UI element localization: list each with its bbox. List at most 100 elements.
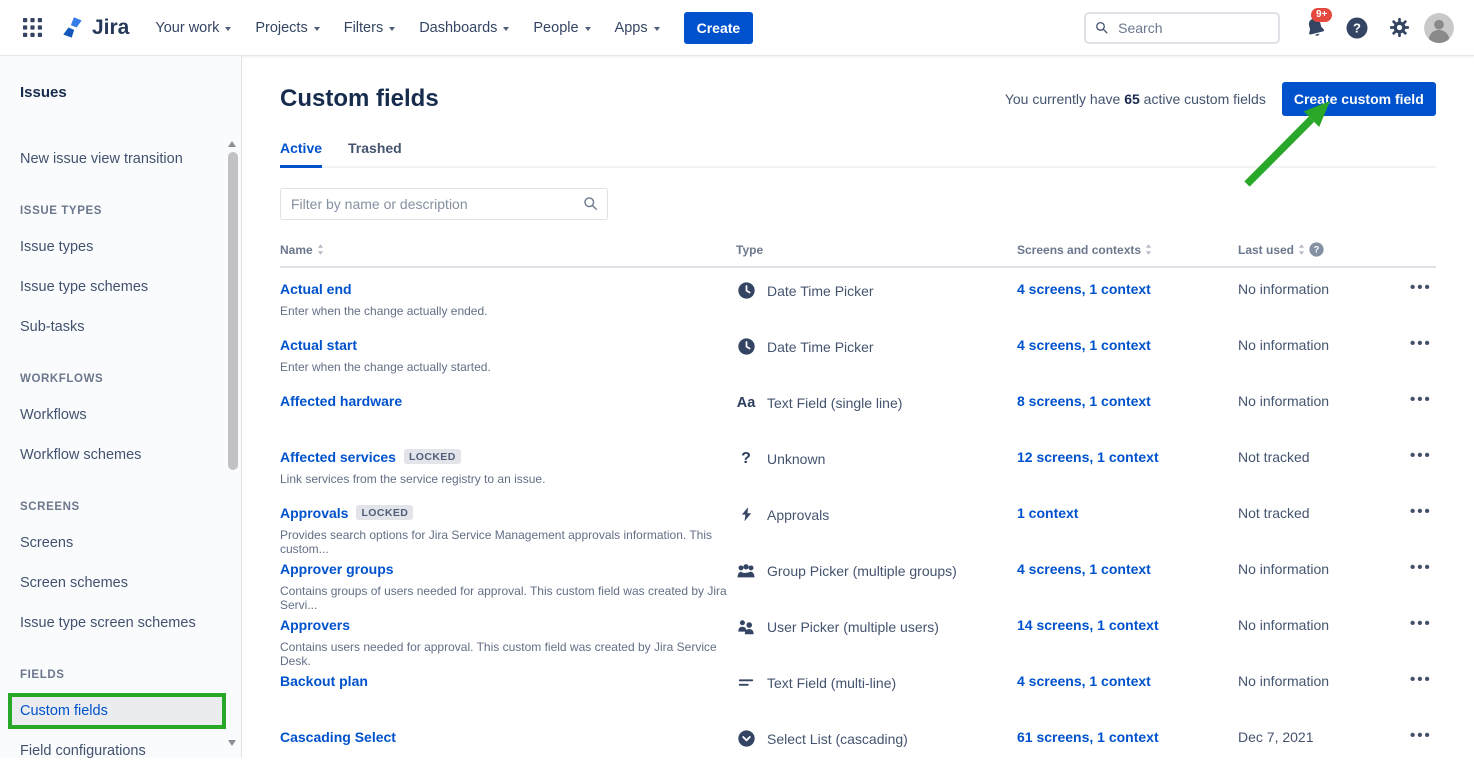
screens-contexts-link[interactable]: 4 screens, 1 context [1017,561,1151,577]
nav-item-people[interactable]: People [533,20,590,36]
sidebar-item-workflows[interactable]: Workflows [0,395,241,435]
global-search[interactable] [1084,12,1280,44]
nav-item-filters[interactable]: Filters [344,20,395,36]
field-name-link[interactable]: Approvers [280,617,350,633]
filter-input[interactable] [280,188,608,220]
type-label: User Picker (multiple users) [767,619,939,635]
help-button[interactable]: ? [1340,11,1374,45]
overflow-menu-button[interactable]: ••• [1410,617,1436,668]
last-used-cell: No information [1238,561,1410,612]
type-cell: Date Time Picker [736,337,1017,356]
column-help-icon[interactable]: ? [1309,242,1324,257]
table-header: NameTypeScreens and contextsLast used? [280,242,1436,268]
approvals-icon [738,506,755,523]
screens-contexts-link[interactable]: 4 screens, 1 context [1017,337,1151,353]
overflow-menu-button[interactable]: ••• [1410,393,1436,436]
overflow-menu-button[interactable]: ••• [1410,281,1436,324]
type-cell: Select List (cascading) [736,729,1017,748]
screens-contexts-link[interactable]: 14 screens, 1 context [1017,617,1159,633]
sidebar-scroll-down-icon[interactable] [228,740,236,746]
column-header-screens-and-contexts[interactable]: Screens and contexts [1017,242,1238,257]
sort-icon[interactable] [1145,244,1152,255]
field-name-link[interactable]: Actual start [280,337,357,353]
app-switcher-icon[interactable] [18,14,46,42]
field-name-link[interactable]: Actual end [280,281,352,297]
svg-text:?: ? [1353,20,1361,35]
field-name-link[interactable]: Approver groups [280,561,394,577]
sort-icon[interactable] [1298,244,1305,255]
type-cell: Approvals [736,505,1017,524]
tab-trashed[interactable]: Trashed [348,140,402,166]
column-label: Name [280,243,313,257]
column-header-last-used[interactable]: Last used? [1238,242,1410,257]
type-cell: User Picker (multiple users) [736,617,1017,636]
sidebar-section-issue-types: ISSUE TYPES [0,179,241,227]
svg-text:?: ? [1314,245,1320,255]
last-used-cell: No information [1238,337,1410,380]
create-custom-field-button[interactable]: Create custom field [1282,82,1436,116]
sidebar-item-custom-fields[interactable]: Custom fields [8,693,226,729]
overflow-menu-button[interactable]: ••• [1410,729,1436,772]
name-cell: Approvers Contains users needed for appr… [280,617,736,668]
main-header: Custom fields You currently have 65 acti… [280,82,1436,116]
screens-contexts-link[interactable]: 8 screens, 1 context [1017,393,1151,409]
sidebar-item-issue-type-schemes[interactable]: Issue type schemes [0,267,241,307]
sidebar-item-screen-schemes[interactable]: Screen schemes [0,563,241,603]
nav-item-your-work[interactable]: Your work [155,20,231,36]
screens-cell: 4 screens, 1 context [1017,337,1238,380]
nav-item-label: Dashboards [419,20,497,36]
create-button[interactable]: Create [684,12,754,44]
field-name-link[interactable]: Backout plan [280,673,368,689]
search-icon [1095,20,1108,35]
notifications-button[interactable]: 9+ [1298,11,1332,45]
field-name-link[interactable]: Affected services [280,449,396,465]
type-label: Unknown [767,451,825,467]
nav-item-apps[interactable]: Apps [615,20,660,36]
screens-contexts-link[interactable]: 1 context [1017,505,1078,521]
sort-icon[interactable] [317,244,324,255]
sidebar-section-fields: FIELDS [0,643,241,691]
sidebar-item-issue-type-screen-schemes[interactable]: Issue type screen schemes [0,603,241,643]
last-used-cell: No information [1238,393,1410,436]
filter-search-icon [583,196,598,216]
settings-button[interactable] [1382,11,1416,45]
overflow-menu-button[interactable]: ••• [1410,673,1436,716]
field-name-link[interactable]: Affected hardware [280,393,402,409]
jira-logo[interactable]: Jira [60,15,129,40]
sidebar-scroll-up-icon[interactable] [228,141,236,147]
user-avatar[interactable] [1424,13,1454,43]
field-name-link[interactable]: Cascading Select [280,729,396,745]
sidebar-item-issue-types[interactable]: Issue types [0,227,241,267]
table-row: Affected hardware Aa Text Field (single … [280,380,1436,436]
column-header-name[interactable]: Name [280,242,736,257]
search-input[interactable] [1116,19,1269,37]
type-label: Select List (cascading) [767,731,908,747]
sidebar-nav: New issue view transitionISSUE TYPESIssu… [0,139,241,771]
tab-active[interactable]: Active [280,140,322,168]
topbar-right: 9+ ? [1084,11,1454,45]
header-actions: You currently have 65 active custom fiel… [1005,82,1436,116]
sidebar-item-field-configurations[interactable]: Field configurations [0,731,241,771]
sidebar-item-sub-tasks[interactable]: Sub-tasks [0,307,241,347]
gear-icon [1388,16,1411,39]
sidebar-item-workflow-schemes[interactable]: Workflow schemes [0,435,241,475]
sidebar-item-new-issue-view-transition[interactable]: New issue view transition [0,139,241,179]
sidebar-item-screens[interactable]: Screens [0,523,241,563]
overflow-menu-button[interactable]: ••• [1410,337,1436,380]
nav-item-projects[interactable]: Projects [255,20,319,36]
type-cell: Aa Text Field (single line) [736,393,1017,412]
screens-contexts-link[interactable]: 12 screens, 1 context [1017,449,1159,465]
screens-contexts-link[interactable]: 4 screens, 1 context [1017,281,1151,297]
field-name-link[interactable]: Approvals [280,505,348,521]
overflow-menu-button[interactable]: ••• [1410,561,1436,612]
chevron-down-icon [503,27,509,31]
screens-contexts-link[interactable]: 61 screens, 1 context [1017,729,1159,745]
tabs: Active Trashed [280,140,1436,168]
overflow-menu-button[interactable]: ••• [1410,505,1436,556]
sidebar-scrollbar[interactable] [228,152,238,470]
screens-contexts-link[interactable]: 4 screens, 1 context [1017,673,1151,689]
field-description: Provides search options for Jira Service… [280,528,736,556]
nav-item-dashboards[interactable]: Dashboards [419,20,509,36]
type-label: Text Field (single line) [767,395,902,411]
overflow-menu-button[interactable]: ••• [1410,449,1436,492]
